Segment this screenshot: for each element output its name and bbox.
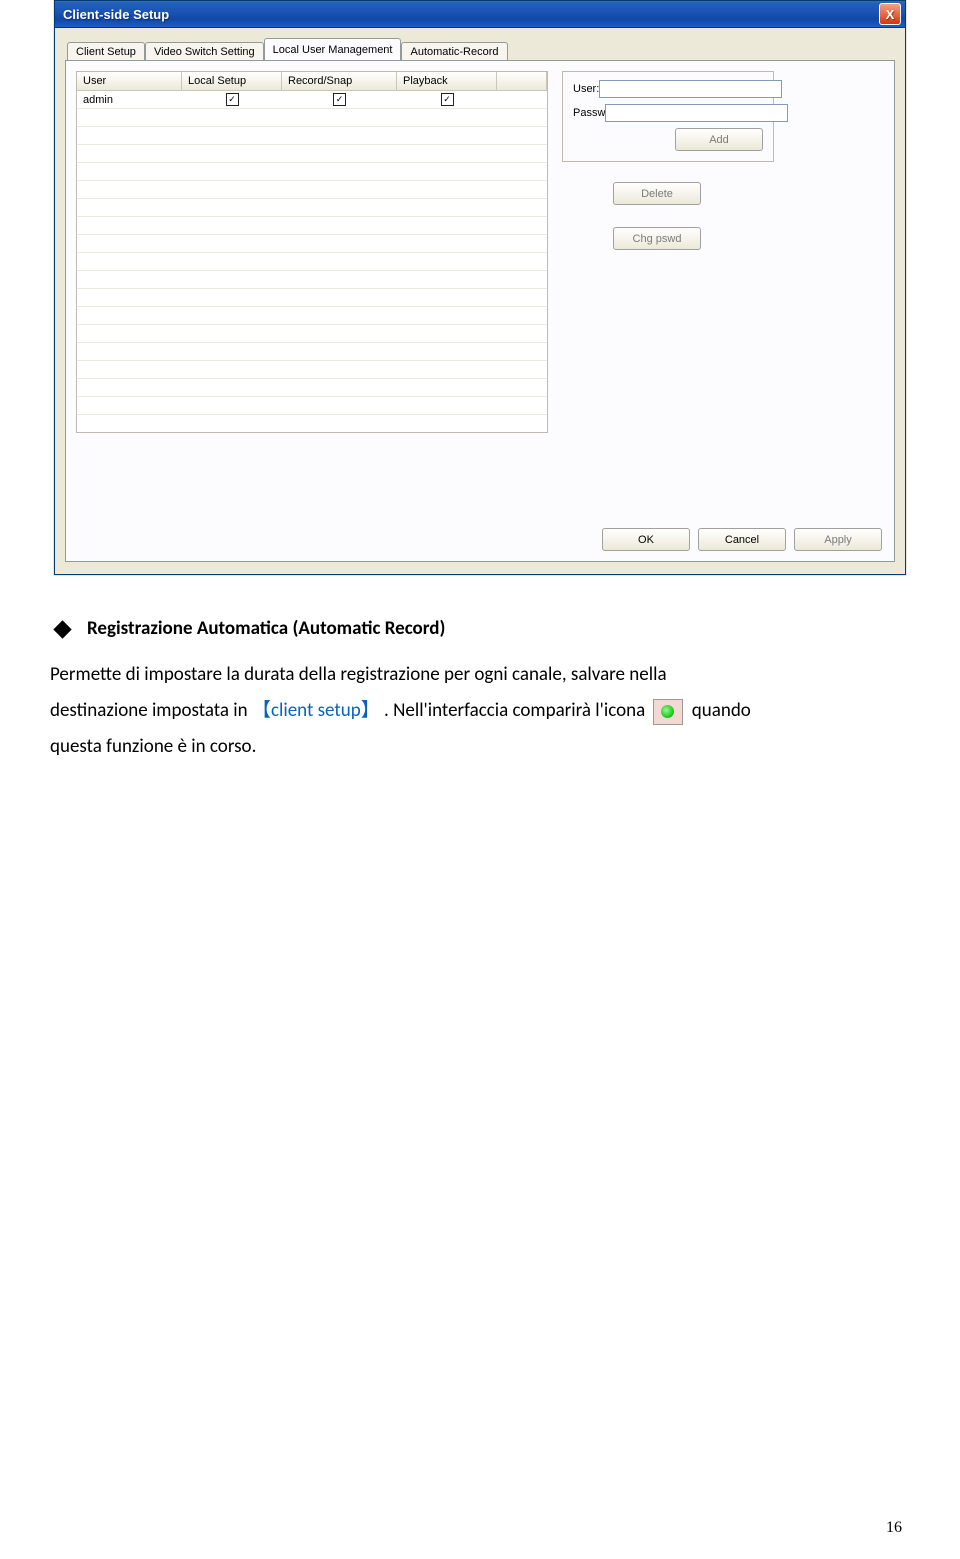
table-row[interactable] — [77, 271, 547, 289]
col-header-spacer — [497, 72, 547, 90]
cell-record-snap: ✓ — [282, 93, 397, 106]
section-heading: Registrazione Automatica (Automatic Reco… — [50, 611, 910, 647]
col-header-record-snap[interactable]: Record/Snap — [282, 72, 397, 90]
bullet-diamond-icon — [53, 620, 71, 638]
grid-body: admin ✓ ✓ ✓ — [77, 91, 547, 433]
delete-button[interactable]: Delete — [613, 182, 701, 205]
cell-user: admin — [77, 94, 182, 106]
window-client-area: Client Setup Video Switch Setting Local … — [55, 28, 905, 574]
cancel-button[interactable]: Cancel — [698, 528, 786, 551]
table-row[interactable] — [77, 361, 547, 379]
table-row[interactable] — [77, 397, 547, 415]
table-row[interactable] — [77, 343, 547, 361]
table-row[interactable] — [77, 163, 547, 181]
paragraph-line: Permette di impostare la durata della re… — [50, 657, 910, 693]
link-client-setup: 【client setup】 — [252, 699, 380, 722]
page-number: 16 — [886, 1519, 902, 1537]
recording-status-icon — [653, 699, 683, 725]
table-row[interactable] — [77, 253, 547, 271]
apply-button[interactable]: Apply — [794, 528, 882, 551]
dialog-button-row: OK Cancel Apply — [602, 528, 882, 551]
change-password-button[interactable]: Chg pswd — [613, 227, 701, 250]
titlebar: Client-side Setup X — [55, 1, 905, 28]
document-body: Registrazione Automatica (Automatic Reco… — [50, 611, 910, 765]
table-row[interactable] — [77, 217, 547, 235]
grid-header: User Local Setup Record/Snap Playback — [77, 72, 547, 91]
user-label: User: — [573, 83, 599, 95]
tab-strip: Client Setup Video Switch Setting Local … — [67, 38, 895, 60]
ok-button[interactable]: OK — [602, 528, 690, 551]
table-row[interactable]: admin ✓ ✓ ✓ — [77, 91, 547, 109]
table-row[interactable] — [77, 415, 547, 433]
password-input[interactable] — [605, 104, 788, 122]
table-row[interactable] — [77, 145, 547, 163]
table-row[interactable] — [77, 289, 547, 307]
tab-automatic-record[interactable]: Automatic-Record — [401, 42, 507, 61]
user-grid: User Local Setup Record/Snap Playback ad… — [76, 71, 548, 433]
paragraph-line: destinazione impostata in 【client setup】… — [50, 693, 910, 729]
cell-playback: ✓ — [397, 93, 497, 106]
table-row[interactable] — [77, 307, 547, 325]
checkbox-icon[interactable]: ✓ — [226, 93, 239, 106]
right-column: User: Passw Add Del — [562, 71, 774, 250]
tab-video-switch[interactable]: Video Switch Setting — [145, 42, 264, 61]
table-row[interactable] — [77, 235, 547, 253]
password-label: Passw — [573, 107, 605, 119]
col-header-playback[interactable]: Playback — [397, 72, 497, 90]
add-button[interactable]: Add — [675, 128, 763, 151]
window-title: Client-side Setup — [63, 7, 169, 22]
paragraph-line: questa funzione è in corso. — [50, 729, 910, 765]
table-row[interactable] — [77, 379, 547, 397]
tab-pane: User Local Setup Record/Snap Playback ad… — [65, 60, 895, 562]
checkbox-icon[interactable]: ✓ — [441, 93, 454, 106]
table-row[interactable] — [77, 181, 547, 199]
cell-local-setup: ✓ — [182, 93, 282, 106]
tab-client-setup[interactable]: Client Setup — [67, 42, 145, 61]
table-row[interactable] — [77, 325, 547, 343]
col-header-local-setup[interactable]: Local Setup — [182, 72, 282, 90]
table-row[interactable] — [77, 127, 547, 145]
table-row[interactable] — [77, 199, 547, 217]
user-input[interactable] — [599, 80, 782, 98]
checkbox-icon[interactable]: ✓ — [333, 93, 346, 106]
close-icon[interactable]: X — [879, 3, 901, 25]
tab-local-user-mgmt[interactable]: Local User Management — [264, 38, 402, 60]
table-row[interactable] — [77, 109, 547, 127]
col-header-user[interactable]: User — [77, 72, 182, 90]
user-form-group: User: Passw Add — [562, 71, 774, 162]
dialog-window: Client-side Setup X Client Setup Video S… — [54, 0, 906, 575]
